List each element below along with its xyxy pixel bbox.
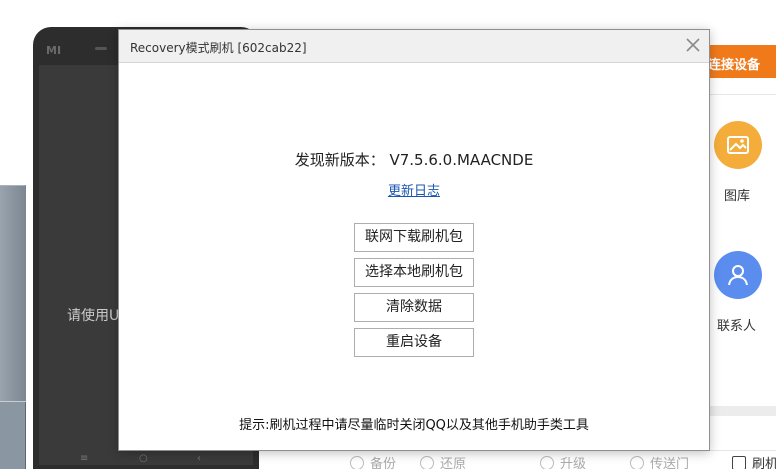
reboot-device-button[interactable]: 重启设备 [354,328,474,357]
connect-device-button[interactable]: 连接设备 [708,45,776,78]
online-download-button[interactable]: 联网下载刷机包 [354,223,474,252]
flash-label: 刷机 [752,457,776,469]
menu-key-icon: ≡ [80,453,89,464]
upgrade-button[interactable]: 升级 [540,453,586,469]
backup-button[interactable]: 备份 [350,453,396,469]
right-panel-divider [708,94,776,95]
side-panel-stripe [0,186,26,401]
gallery-label: 图库 [724,189,751,204]
backup-icon [350,456,364,469]
dialog-title: Recovery模式刷机 [602cab22] [130,41,307,55]
upgrade-label: 升级 [560,457,587,469]
transfer-button[interactable]: 传送门 [630,453,689,469]
bottom-toolbar: 备份 还原 升级 传送门 刷机 [260,450,776,469]
wipe-data-button[interactable]: 清除数据 [354,293,474,322]
new-version-text: 发现新版本： V7.5.6.0.MAACNDE [294,151,534,169]
recovery-flash-dialog: Recovery模式刷机 [602cab22] 发现新版本： V7.5.6.0.… [118,29,710,451]
home-key-icon: ○ [139,453,148,464]
back-key-icon: ‹ [197,453,201,464]
phone-nav-bar: ≡ ○ ‹ [33,449,259,469]
contacts-button[interactable] [714,251,762,299]
restore-label: 还原 [440,457,467,469]
backup-label: 备份 [370,457,397,469]
side-panel-divider [0,401,26,402]
background-side-panel [0,185,26,469]
transfer-label: 传送门 [650,457,690,469]
upgrade-icon [540,456,554,469]
image-icon [727,136,749,154]
send-icon [630,456,644,469]
dialog-titlebar: Recovery模式刷机 [602cab22] [119,30,709,63]
changelog-link[interactable]: 更新日志 [119,180,709,199]
flash-tip-text: 提示:刷机过程中请尽量临时关闭QQ以及其他手机助手类工具 [239,418,589,433]
right-panel-band [708,406,776,416]
select-local-package-button[interactable]: 选择本地刷机包 [354,258,474,287]
person-icon [728,265,748,286]
restore-icon [420,456,434,469]
contacts-label: 联系人 [717,319,757,334]
restore-button[interactable]: 还原 [420,453,466,469]
mi-logo: MI [46,44,62,57]
flash-icon [732,456,746,469]
flash-button[interactable]: 刷机 [732,453,776,469]
gallery-button[interactable] [714,121,762,169]
close-icon[interactable] [685,37,701,53]
phone-speaker [95,47,107,50]
phone-usb-prompt: 请使用U [67,308,120,324]
